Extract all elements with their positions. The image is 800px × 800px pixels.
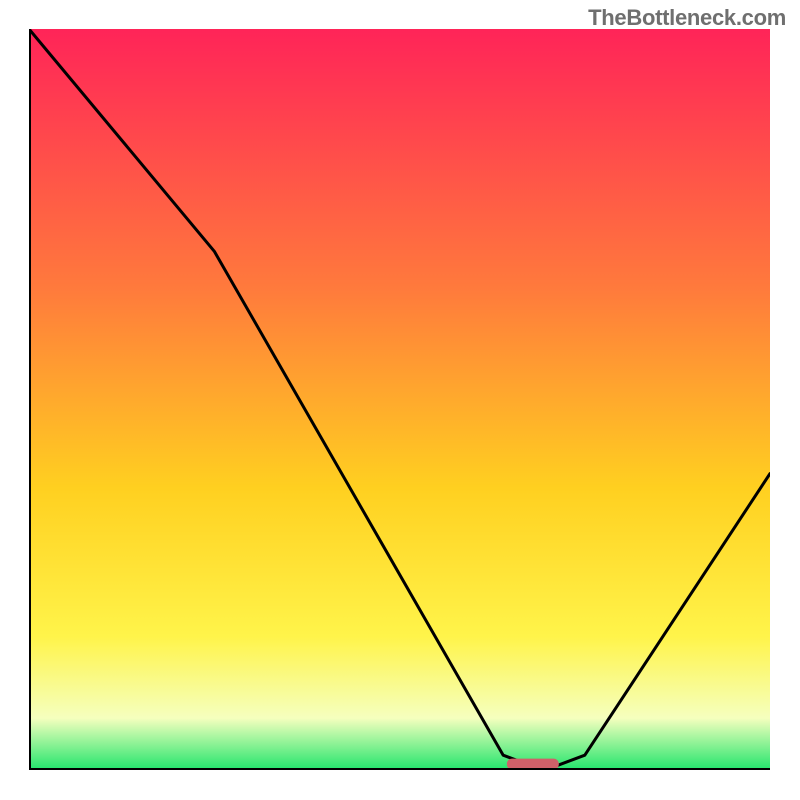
chart-background-gradient <box>29 29 770 770</box>
chart-area <box>29 29 770 770</box>
minimum-marker <box>507 759 559 770</box>
watermark-text: TheBottleneck.com <box>588 5 786 31</box>
chart-svg <box>29 29 770 770</box>
